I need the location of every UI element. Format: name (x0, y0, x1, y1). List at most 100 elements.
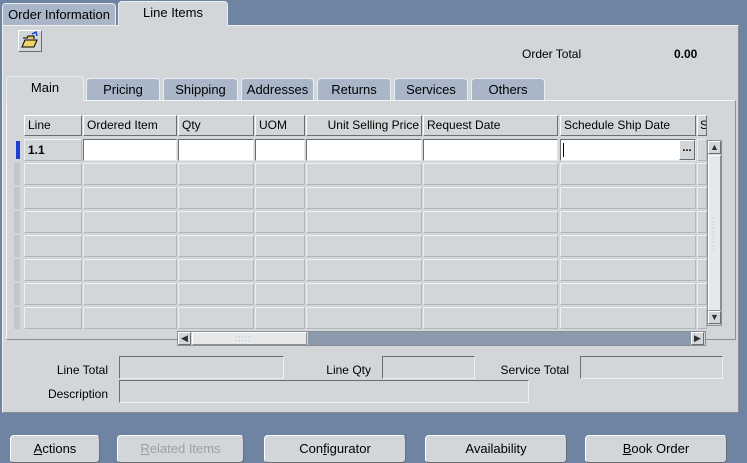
empty-row-ordered-item-cell[interactable] (83, 211, 177, 233)
empty-row-ordered-item-cell[interactable] (83, 283, 177, 305)
empty-row-unit-selling-price-cell[interactable] (306, 187, 422, 209)
scroll-up-arrow-icon[interactable]: ▲ (708, 141, 721, 154)
row-1-line-cell[interactable]: 1.1 (24, 139, 82, 161)
empty-row-line-cell[interactable] (24, 307, 82, 329)
empty-row-line-cell[interactable] (24, 163, 82, 185)
empty-row-uom-cell[interactable] (255, 187, 305, 209)
vertical-scrollbar[interactable]: ▲ ::::: ▼ (707, 140, 722, 326)
row-1-request-date-cell[interactable] (423, 139, 558, 161)
empty-row-schedule-ship-date-cell[interactable] (560, 283, 696, 305)
description-field[interactable] (119, 380, 529, 403)
scroll-left-arrow-icon[interactable]: ◀ (178, 332, 191, 345)
tab-pricing[interactable]: Pricing (86, 78, 160, 100)
empty-row-uom-cell[interactable] (255, 163, 305, 185)
empty-row-line-cell[interactable] (24, 211, 82, 233)
empty-row-qty-cell[interactable] (178, 163, 254, 185)
empty-row-extra-cell[interactable] (697, 235, 707, 257)
related-items-button[interactable]: Related Items (117, 435, 244, 463)
horizontal-scroll-thumb[interactable]: ::::: (192, 332, 307, 345)
empty-row-request-date-cell[interactable] (423, 211, 558, 233)
configurator-button[interactable]: Configurator (264, 435, 406, 463)
empty-row-uom-cell[interactable] (255, 211, 305, 233)
row-1-uom-cell[interactable] (255, 139, 305, 161)
record-indicator[interactable] (14, 283, 20, 305)
empty-row-unit-selling-price-cell[interactable] (306, 283, 422, 305)
horizontal-scrollbar[interactable]: ◀ ::::: ▶ (177, 331, 706, 346)
record-indicator[interactable] (14, 307, 20, 329)
empty-row-qty-cell[interactable] (178, 211, 254, 233)
book-order-button[interactable]: Book Order (585, 435, 727, 463)
empty-row-extra-cell[interactable] (697, 187, 707, 209)
empty-row-request-date-cell[interactable] (423, 163, 558, 185)
tab-others[interactable]: Others (471, 78, 545, 100)
empty-row-schedule-ship-date-cell[interactable] (560, 307, 696, 329)
empty-row-unit-selling-price-cell[interactable] (306, 211, 422, 233)
vertical-scroll-thumb[interactable]: ::::: (708, 155, 721, 311)
line-qty-field[interactable] (382, 356, 475, 379)
line-total-field[interactable] (119, 356, 284, 379)
empty-row-schedule-ship-date-cell[interactable] (560, 187, 696, 209)
record-indicator[interactable] (14, 187, 20, 209)
actions-button[interactable]: Actions (10, 435, 100, 463)
empty-row-unit-selling-price-cell[interactable] (306, 235, 422, 257)
row-1-extra-cell[interactable] (697, 139, 707, 161)
tab-services[interactable]: Services (394, 78, 468, 100)
tab-order-information[interactable]: Order Information (2, 3, 116, 27)
empty-row-extra-cell[interactable] (697, 259, 707, 281)
empty-row-schedule-ship-date-cell[interactable] (560, 211, 696, 233)
empty-row-ordered-item-cell[interactable] (83, 163, 177, 185)
tab-main[interactable]: Main (6, 76, 84, 101)
empty-row-ordered-item-cell[interactable] (83, 307, 177, 329)
row-1-schedule-ship-date-cell[interactable] (560, 139, 696, 161)
empty-row-request-date-cell[interactable] (423, 235, 558, 257)
empty-row-extra-cell[interactable] (697, 283, 707, 305)
empty-row-uom-cell[interactable] (255, 307, 305, 329)
empty-row-unit-selling-price-cell[interactable] (306, 259, 422, 281)
empty-row-ordered-item-cell[interactable] (83, 235, 177, 257)
empty-row-request-date-cell[interactable] (423, 259, 558, 281)
empty-row-qty-cell[interactable] (178, 187, 254, 209)
service-total-field[interactable] (580, 356, 723, 379)
empty-row-extra-cell[interactable] (697, 211, 707, 233)
empty-row-ordered-item-cell[interactable] (83, 259, 177, 281)
tab-returns[interactable]: Returns (317, 78, 391, 100)
current-record-indicator[interactable] (16, 141, 20, 159)
availability-button[interactable]: Availability (425, 435, 567, 463)
empty-row-line-cell[interactable] (24, 259, 82, 281)
scroll-right-arrow-icon[interactable]: ▶ (691, 332, 704, 345)
empty-row-qty-cell[interactable] (178, 235, 254, 257)
empty-row-line-cell[interactable] (24, 235, 82, 257)
tab-addresses[interactable]: Addresses (241, 78, 314, 100)
tab-shipping[interactable]: Shipping (163, 78, 238, 100)
tab-line-items[interactable]: Line Items (118, 1, 228, 27)
empty-row-qty-cell[interactable] (178, 283, 254, 305)
empty-row-extra-cell[interactable] (697, 163, 707, 185)
empty-row-uom-cell[interactable] (255, 283, 305, 305)
empty-row-schedule-ship-date-cell[interactable] (560, 259, 696, 281)
list-of-values-button[interactable]: ... (679, 140, 695, 160)
record-indicator[interactable] (14, 259, 20, 281)
scroll-down-arrow-icon[interactable]: ▼ (708, 311, 721, 324)
empty-row-qty-cell[interactable] (178, 259, 254, 281)
open-folder-button[interactable] (18, 30, 42, 52)
empty-row-uom-cell[interactable] (255, 235, 305, 257)
empty-row-unit-selling-price-cell[interactable] (306, 307, 422, 329)
empty-row-request-date-cell[interactable] (423, 283, 558, 305)
empty-row-schedule-ship-date-cell[interactable] (560, 163, 696, 185)
record-indicator[interactable] (14, 163, 20, 185)
record-indicator[interactable] (14, 235, 20, 257)
empty-row-ordered-item-cell[interactable] (83, 187, 177, 209)
empty-row-line-cell[interactable] (24, 187, 82, 209)
empty-row-request-date-cell[interactable] (423, 307, 558, 329)
empty-row-uom-cell[interactable] (255, 259, 305, 281)
empty-row-line-cell[interactable] (24, 283, 82, 305)
record-indicator[interactable] (14, 211, 20, 233)
empty-row-request-date-cell[interactable] (423, 187, 558, 209)
row-1-unit-selling-price-cell[interactable] (306, 139, 422, 161)
row-1-ordered-item-cell[interactable] (83, 139, 177, 161)
empty-row-qty-cell[interactable] (178, 307, 254, 329)
empty-row-extra-cell[interactable] (697, 307, 707, 329)
row-1-qty-cell[interactable] (178, 139, 254, 161)
empty-row-unit-selling-price-cell[interactable] (306, 163, 422, 185)
empty-row-schedule-ship-date-cell[interactable] (560, 235, 696, 257)
